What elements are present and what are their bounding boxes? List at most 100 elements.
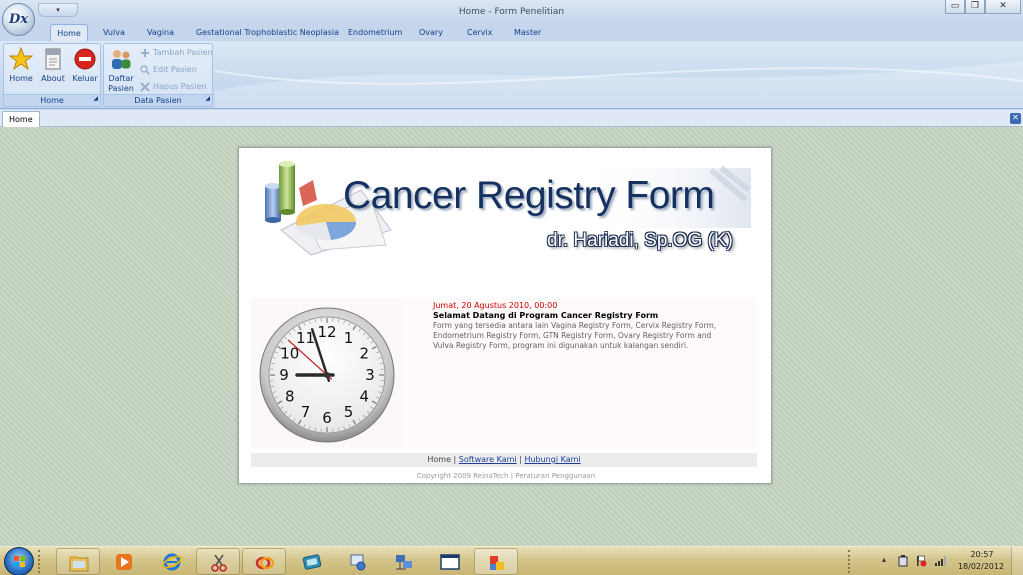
network-icon: [396, 555, 412, 570]
banner: Cancer Registry Form dr. Hariadi, Sp.OG …: [251, 160, 751, 260]
app-logo: Dx: [8, 12, 29, 27]
taskbar-snipping-tool[interactable]: [196, 548, 240, 575]
taskbar-network[interactable]: [382, 548, 426, 575]
window-title: Home - Form Penelitian: [458, 7, 565, 17]
pasien-label: Pasien: [108, 84, 134, 93]
home-button[interactable]: Home: [5, 47, 37, 84]
terms-link[interactable]: Peraturan Penggunaan: [515, 472, 595, 480]
tambah-pasien-button[interactable]: Tambah Pasien: [140, 45, 213, 61]
windows-logo-icon: [14, 556, 25, 567]
edit-pasien-button[interactable]: Edit Pasien: [140, 62, 197, 78]
group-label-home: Home ◢: [4, 94, 100, 106]
add-icon: [141, 48, 149, 57]
form-app-icon: [490, 556, 504, 570]
database-icon: [302, 554, 322, 570]
tab-cervix[interactable]: Cervix: [461, 24, 499, 41]
setup-icon: [350, 554, 366, 571]
tab-endometrium[interactable]: Endometrium: [342, 24, 408, 41]
dialog-launcher-icon[interactable]: ◢: [205, 93, 210, 105]
taskbar-clock-time[interactable]: 20:57: [960, 550, 1004, 559]
welcome-panel: Cancer Registry Form dr. Hariadi, Sp.OG …: [238, 147, 772, 484]
copyright-separator: |: [510, 472, 514, 480]
tab-gtn[interactable]: Gestational Trophoblastic Neoplasia: [190, 24, 345, 41]
taskbar-gripper[interactable]: [38, 550, 42, 573]
clock-number: 2: [359, 345, 369, 363]
ribbon-tabs: Home Vulva Vagina Gestational Trophoblas…: [0, 24, 1023, 41]
hapus-pasien-button[interactable]: Hapus Pasien: [140, 79, 207, 95]
chevron-down-icon[interactable]: ▾: [56, 6, 60, 14]
show-hidden-icons-button[interactable]: ▴: [882, 555, 886, 564]
tab-master[interactable]: Master: [508, 24, 547, 41]
restore-button[interactable]: ❐: [965, 0, 985, 14]
application-button[interactable]: Dx: [2, 3, 35, 36]
battery-icon[interactable]: [898, 555, 909, 567]
group-label-data-pasien: Data Pasien ◢: [104, 94, 212, 106]
close-document-button[interactable]: ✕: [1010, 113, 1021, 124]
taskbar-internet-explorer[interactable]: [150, 548, 194, 575]
about-button-label: About: [41, 74, 65, 83]
media-player-icon: [116, 554, 132, 570]
daftar-pasien-button[interactable]: Daftar Pasien: [105, 47, 137, 94]
ribbon-group-data-pasien: Daftar Pasien Tambah Pasien Edit Pasien H…: [103, 43, 213, 107]
tab-home[interactable]: Home: [50, 24, 88, 41]
clock-number: 8: [285, 388, 295, 406]
title-bar: Home - Form Penelitian ▾ ▭ ❐ ✕: [0, 0, 1023, 24]
signal-strength-icon[interactable]: [934, 555, 946, 567]
footer-home-link[interactable]: Home: [427, 455, 451, 464]
show-desktop-button[interactable]: [1011, 547, 1023, 575]
taskbar-clock-date[interactable]: 18/02/2012: [956, 562, 1006, 571]
taskbar-window[interactable]: [428, 548, 472, 575]
banner-title: Cancer Registry Form: [343, 174, 715, 217]
clock-area: 12 1 2 3 4 5 6 7 8 9 10 11: [251, 298, 403, 448]
system-tray: ▴ 20:57 18/02/2012: [848, 547, 1023, 575]
copyright: Copyright 2009 ReinaTech | Peraturan Pen…: [239, 472, 773, 480]
minimize-button[interactable]: ▭: [945, 0, 965, 14]
tab-vagina[interactable]: Vagina: [141, 24, 180, 41]
clock-number: 3: [365, 366, 375, 384]
footer-separator: |: [519, 455, 522, 464]
ribbon-background-swoosh: [215, 61, 1023, 108]
taskbar: ▴ 20:57 18/02/2012: [0, 546, 1023, 575]
stop-icon: [74, 48, 96, 70]
rings-icon: [255, 556, 275, 570]
footer-contact-link[interactable]: Hubungi Kami: [524, 455, 580, 464]
star-icon: [9, 47, 33, 71]
ribbon-panel: Home About Keluar Home ◢ Daftar Pasien T…: [0, 41, 1023, 109]
footer-software-link[interactable]: Software Kami: [459, 455, 517, 464]
news-date: Jumat, 20 Agustus 2010, 00:00: [433, 301, 558, 310]
welcome-heading: Selamat Datang di Program Cancer Registr…: [433, 311, 659, 320]
edit-icon: [140, 64, 150, 75]
taskbar-database-app[interactable]: [290, 548, 334, 575]
taskbar-app-rings[interactable]: [242, 548, 286, 575]
clock-number: 1: [344, 329, 354, 347]
action-center-flag-icon[interactable]: [915, 555, 927, 567]
keluar-button[interactable]: Keluar: [69, 47, 101, 84]
clock-number: 7: [301, 403, 311, 421]
taskbar-explorer[interactable]: [56, 548, 100, 575]
close-button[interactable]: ✕: [985, 0, 1021, 14]
banner-subtitle: dr. Hariadi, Sp.OG (K): [547, 230, 733, 251]
dialog-launcher-icon[interactable]: ◢: [93, 93, 98, 105]
taskbar-setup[interactable]: [336, 548, 380, 575]
workspace: Cancer Registry Form dr. Hariadi, Sp.OG …: [0, 127, 1023, 546]
document-icon: [45, 48, 61, 70]
clock-number: 9: [279, 366, 289, 384]
delete-icon: [140, 81, 150, 92]
clock-number: 12: [317, 323, 336, 341]
taskbar-media-player[interactable]: [102, 548, 146, 575]
footer-nav: Home | Software Kami | Hubungi Kami: [251, 453, 757, 467]
about-button[interactable]: About: [37, 47, 69, 84]
window-icon: [440, 554, 460, 570]
taskbar-form-penelitian[interactable]: [474, 548, 518, 575]
tab-vulva[interactable]: Vulva: [97, 24, 131, 41]
welcome-text: Form yang tersedia antara lain Vagina Re…: [433, 321, 717, 350]
scissors-icon: [211, 554, 227, 572]
tab-ovary[interactable]: Ovary: [413, 24, 449, 41]
home-button-label: Home: [9, 74, 33, 83]
start-button[interactable]: [4, 547, 34, 575]
tray-gripper[interactable]: [848, 550, 852, 573]
quick-access-toolbar[interactable]: ▾: [38, 3, 78, 17]
keluar-button-label: Keluar: [72, 74, 98, 83]
document-tab-home[interactable]: Home: [2, 111, 40, 127]
clock-number: 5: [344, 403, 354, 421]
